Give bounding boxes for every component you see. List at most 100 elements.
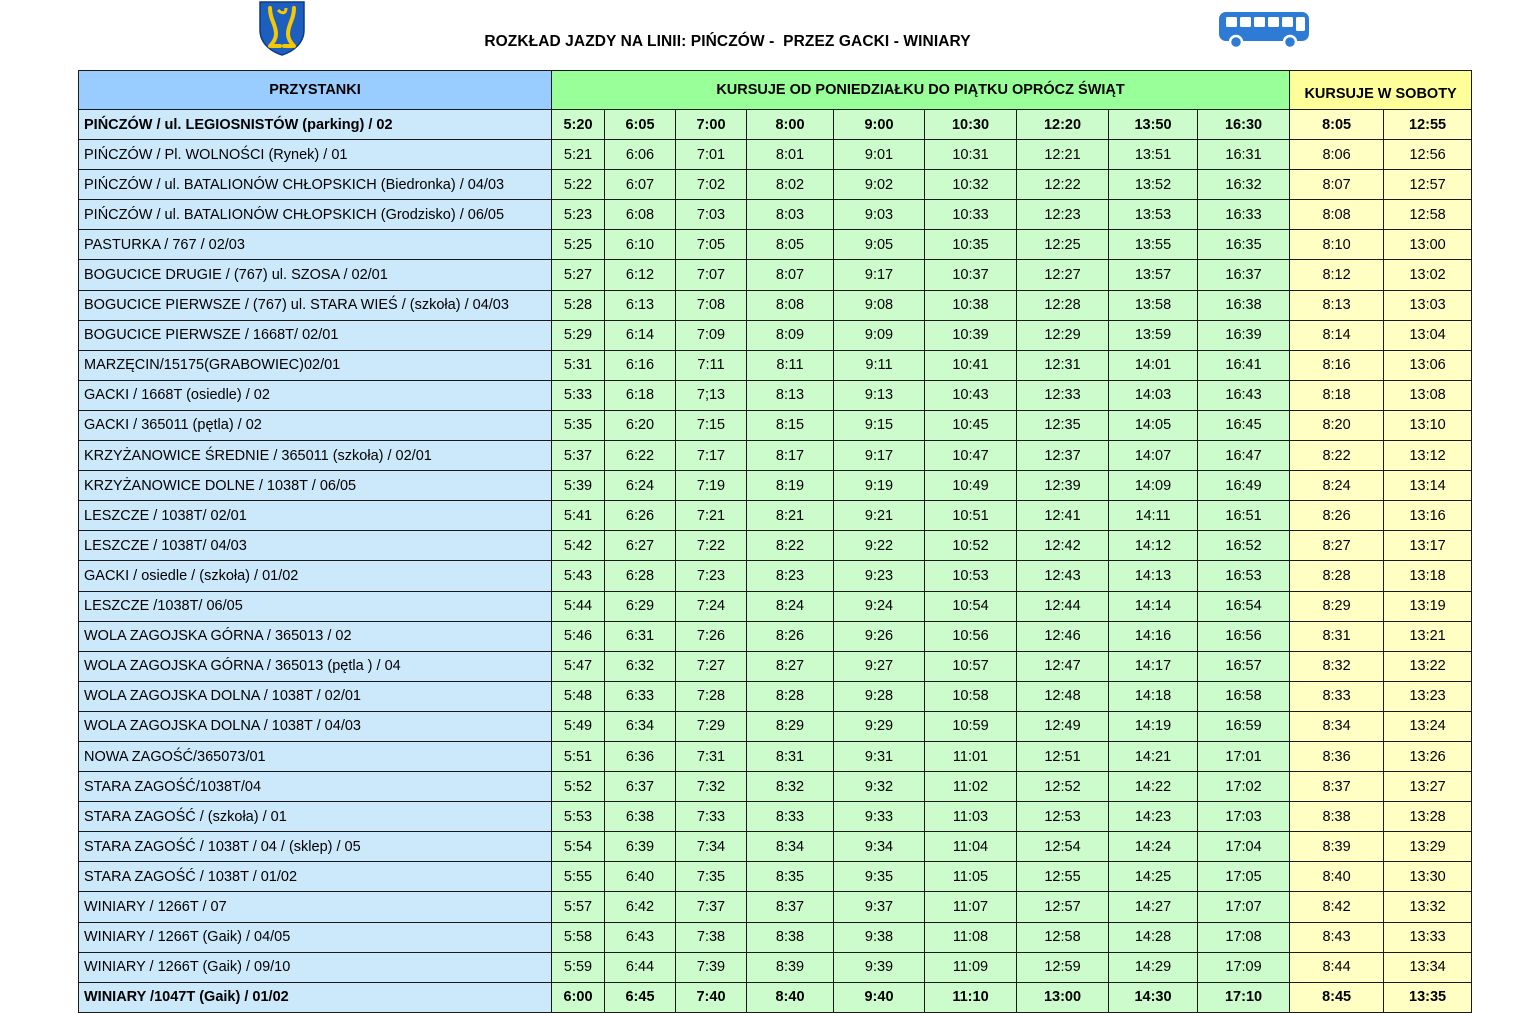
weekday-time: 9:24 — [833, 590, 925, 622]
weekday-time: 14:12 — [1108, 530, 1198, 562]
weekday-time: 6:14 — [604, 319, 676, 351]
weekday-time: 12:20 — [1016, 108, 1109, 141]
weekday-time: 9:38 — [833, 921, 925, 953]
weekday-time: 6:40 — [604, 861, 676, 893]
stop-name: GACKI / 365011 (pętla) / 02 — [78, 409, 552, 442]
stop-name: STARA ZAGOŚĆ / 1038T / 01/02 — [78, 861, 552, 893]
weekday-time: 10:56 — [924, 620, 1017, 652]
weekday-time: 16:54 — [1196, 590, 1291, 622]
weekday-time: 9:17 — [833, 259, 925, 291]
weekday-time: 8:24 — [746, 590, 834, 622]
weekday-time: 7:28 — [675, 680, 747, 712]
weekday-time: 13:55 — [1108, 229, 1198, 261]
weekday-time: 9:00 — [833, 108, 925, 141]
weekday-time: 16:45 — [1196, 409, 1291, 442]
saturday-time: 8:06 — [1289, 139, 1385, 171]
stop-name: BOGUCICE PIERWSZE / (767) ul. STARA WIEŚ… — [78, 289, 552, 321]
weekday-time: 14:29 — [1108, 951, 1198, 983]
weekday-time: 6:12 — [604, 259, 676, 291]
weekday-time: 13:59 — [1108, 319, 1198, 351]
weekday-time: 11:05 — [924, 861, 1017, 893]
weekday-time: 14:22 — [1108, 771, 1198, 803]
weekday-time: 5:44 — [551, 590, 605, 622]
weekday-time: 6:29 — [604, 590, 676, 622]
weekday-time: 14:03 — [1108, 379, 1198, 411]
weekday-time: 5:22 — [551, 169, 605, 201]
saturday-time: 8:16 — [1289, 349, 1385, 381]
stop-name: LESZCZE /1038T/ 06/05 — [78, 590, 552, 622]
weekday-time: 7:17 — [675, 440, 747, 472]
stop-name: PIŃCZÓW / ul. BATALIONÓW CHŁOPSKICH (Bie… — [78, 169, 552, 201]
weekday-time: 6:43 — [604, 921, 676, 953]
weekday-time: 17:03 — [1196, 801, 1291, 833]
saturday-time: 13:10 — [1383, 409, 1473, 442]
weekday-time: 13:52 — [1108, 169, 1198, 201]
weekday-time: 16:41 — [1196, 349, 1291, 381]
weekday-time: 8:29 — [746, 710, 834, 742]
weekday-time: 12:41 — [1016, 500, 1109, 532]
table-row: KRZYŻANOWICE DOLNE / 1038T / 06/05 5:39 6:… — [78, 470, 1473, 502]
weekday-time: 8:38 — [746, 921, 834, 953]
saturday-time: 8:28 — [1289, 560, 1385, 592]
weekday-time: 8:22 — [746, 530, 834, 562]
weekday-time: 9:31 — [833, 740, 925, 773]
weekday-time: 17:01 — [1196, 740, 1291, 773]
weekday-time: 8:31 — [746, 740, 834, 773]
weekday-time: 5:47 — [551, 650, 605, 682]
saturday-time: 13:28 — [1383, 801, 1473, 833]
saturday-time: 8:44 — [1289, 951, 1385, 983]
weekday-time: 5:52 — [551, 771, 605, 803]
weekday-time: 9:03 — [833, 199, 925, 231]
weekday-time: 5:31 — [551, 349, 605, 381]
saturday-time: 12:57 — [1383, 169, 1473, 201]
weekday-time: 7:22 — [675, 530, 747, 562]
weekday-time: 11:04 — [924, 831, 1017, 863]
table-row: PIŃCZÓW / ul. BATALIONÓW CHŁOPSKICH (Bie… — [78, 169, 1473, 201]
weekday-time: 11:07 — [924, 891, 1017, 923]
weekday-time: 10:43 — [924, 379, 1017, 411]
weekday-time: 10:37 — [924, 259, 1017, 291]
weekday-time: 7:07 — [675, 259, 747, 291]
weekday-time: 13:00 — [1016, 981, 1109, 1013]
stop-name: BOGUCICE DRUGIE / (767) ul. SZOSA / 02/0… — [78, 259, 552, 291]
weekday-time: 7:02 — [675, 169, 747, 201]
weekday-time: 9:22 — [833, 530, 925, 562]
weekday-time: 5:54 — [551, 831, 605, 863]
weekday-time: 8:08 — [746, 289, 834, 321]
table-row: LESZCZE /1038T/ 06/05 5:44 6:29 7:24 8:24 9:2… — [78, 590, 1473, 622]
saturday-time: 8:34 — [1289, 710, 1385, 742]
saturday-time: 8:40 — [1289, 861, 1385, 893]
weekday-time: 12:54 — [1016, 831, 1109, 863]
stop-name: GACKI / 1668T (osiedle) / 02 — [78, 379, 552, 411]
weekday-time: 7:35 — [675, 861, 747, 893]
weekday-time: 8:19 — [746, 470, 834, 502]
weekday-time: 8:23 — [746, 560, 834, 592]
weekday-time: 5:27 — [551, 259, 605, 291]
weekday-time: 12:31 — [1016, 349, 1109, 381]
weekday-time: 6:24 — [604, 470, 676, 502]
weekday-time: 17:05 — [1196, 861, 1291, 893]
weekday-time: 14:21 — [1108, 740, 1198, 773]
weekday-time: 14:01 — [1108, 349, 1198, 381]
weekday-time: 5:42 — [551, 530, 605, 562]
weekday-time: 9:27 — [833, 650, 925, 682]
weekday-time: 10:39 — [924, 319, 1017, 351]
weekday-time: 7:11 — [675, 349, 747, 381]
weekday-time: 9:13 — [833, 379, 925, 411]
weekday-time: 10:59 — [924, 710, 1017, 742]
weekday-time: 16:37 — [1196, 259, 1291, 291]
table-row: WINIARY / 1266T (Gaik) / 04/05 5:58 6:43 7:… — [78, 921, 1473, 953]
weekday-time: 5:20 — [551, 108, 605, 141]
weekday-time: 11:08 — [924, 921, 1017, 953]
table-row: GACKI / 365011 (pętla) / 02 5:35 6:20 7:15 8… — [78, 409, 1473, 442]
weekday-time: 14:07 — [1108, 440, 1198, 472]
weekday-time: 14:11 — [1108, 500, 1198, 532]
weekday-time: 11:01 — [924, 740, 1017, 773]
saturday-time: 13:35 — [1383, 981, 1473, 1013]
table-row: NOWA ZAGOŚĆ/365073/01 5:51 6:36 7:31 8:31 9:3… — [78, 740, 1473, 773]
weekday-time: 8:37 — [746, 891, 834, 923]
weekday-time: 16:59 — [1196, 710, 1291, 742]
weekday-time: 8:07 — [746, 259, 834, 291]
weekday-time: 8:15 — [746, 409, 834, 442]
weekday-time: 5:53 — [551, 801, 605, 833]
